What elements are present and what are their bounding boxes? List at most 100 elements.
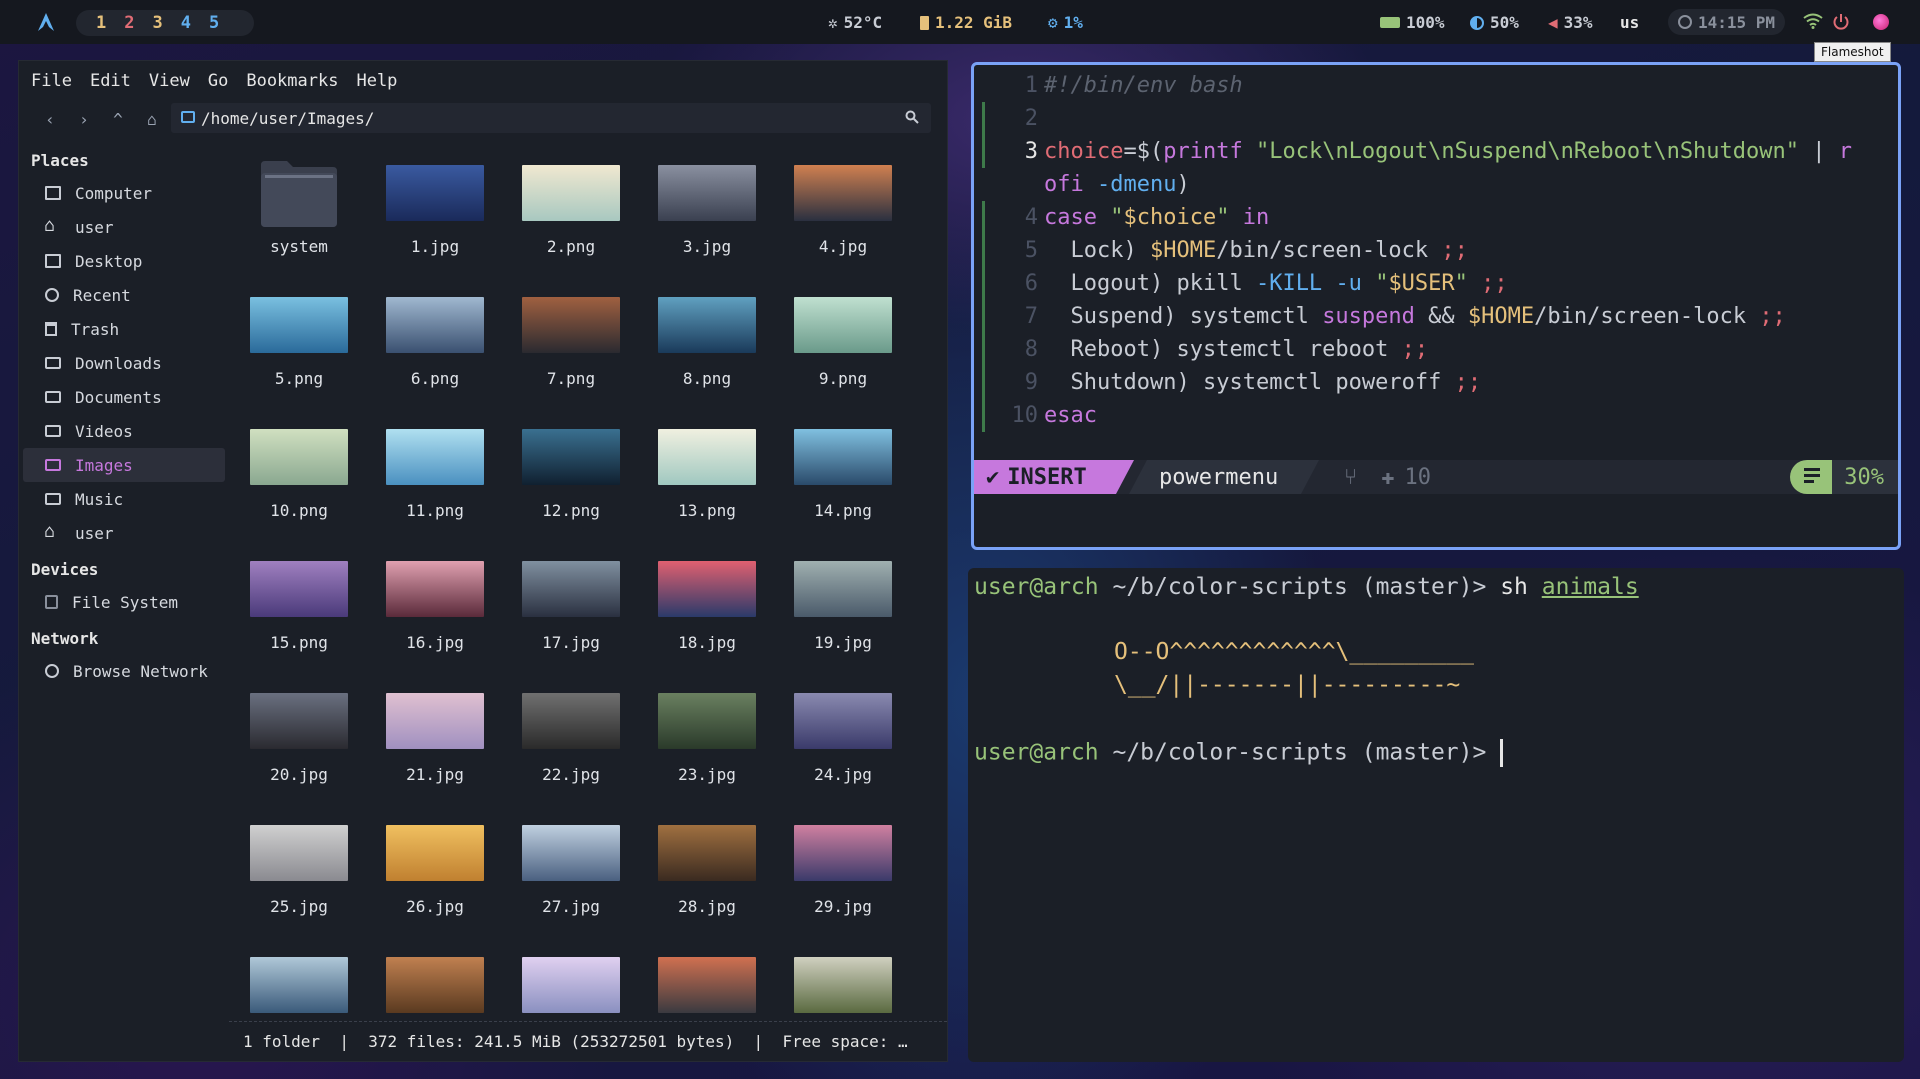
workspace-4[interactable]: 4 [181, 13, 191, 33]
sidebar-item-file-system[interactable]: File System [19, 585, 229, 619]
file-item[interactable]: 7.png [501, 283, 621, 403]
sidebar-item-trash[interactable]: Trash [19, 312, 229, 346]
file-item[interactable] [637, 943, 757, 1015]
file-item[interactable]: 29.jpg [773, 811, 893, 931]
sidebar-item-downloads[interactable]: Downloads [19, 346, 229, 380]
file-item[interactable]: 10.png [229, 415, 349, 535]
arch-logo-icon[interactable] [36, 12, 56, 32]
sidebar-item-user[interactable]: user [19, 210, 229, 244]
file-item[interactable]: 12.png [501, 415, 621, 535]
image-thumbnail [522, 429, 620, 485]
menu-file[interactable]: File [31, 71, 72, 91]
workspace-2[interactable]: 2 [124, 13, 134, 33]
file-item[interactable]: 15.png [229, 547, 349, 667]
sidebar-item-music[interactable]: Music [19, 482, 229, 516]
file-item[interactable]: 24.jpg [773, 679, 893, 799]
terminal-line: user@arch ~/b/color-scripts (master)> [974, 739, 1504, 767]
keyboard-layout[interactable]: us [1620, 13, 1639, 32]
sidebar-item-browse-network[interactable]: Browse Network [19, 654, 229, 688]
file-name: 1.jpg [410, 237, 460, 256]
image-thumbnail [250, 693, 348, 749]
file-item[interactable] [229, 943, 349, 1015]
sidebar-item-user-2[interactable]: user [19, 516, 229, 550]
workspace-1[interactable]: 1 [96, 13, 106, 33]
file-item[interactable] [773, 943, 893, 1015]
file-item[interactable]: 8.png [637, 283, 757, 403]
speaker-icon: ◀ [1548, 13, 1558, 32]
file-item[interactable]: 13.png [637, 415, 757, 535]
file-item[interactable]: 21.jpg [365, 679, 485, 799]
forward-icon[interactable]: › [67, 110, 101, 129]
file-item[interactable]: 14.png [773, 415, 893, 535]
brightness-widget[interactable]: 50% [1470, 13, 1519, 32]
sidebar-item-desktop[interactable]: Desktop [19, 244, 229, 278]
workspace-switcher: 1 2 3 4 5 [76, 10, 254, 36]
folder-icon [45, 357, 61, 369]
up-icon[interactable]: ^ [101, 110, 135, 129]
file-item[interactable]: 19.jpg [773, 547, 893, 667]
file-item[interactable]: 3.jpg [637, 151, 757, 271]
image-thumbnail [522, 297, 620, 353]
file-item[interactable] [501, 943, 621, 1015]
menu-edit[interactable]: Edit [90, 71, 131, 91]
file-item[interactable]: 6.png [365, 283, 485, 403]
mode-label: INSERT [1007, 464, 1087, 490]
volume-widget[interactable]: ◀ 33% [1548, 13, 1593, 32]
sidebar-item-videos[interactable]: Videos [19, 414, 229, 448]
file-item[interactable]: 9.png [773, 283, 893, 403]
file-item[interactable]: 4.jpg [773, 151, 893, 271]
sidebar-item-label: Downloads [75, 353, 162, 373]
image-thumbnail [658, 693, 756, 749]
cpu-value: 1% [1063, 13, 1083, 32]
file-item[interactable]: 5.png [229, 283, 349, 403]
memory-widget: 1.22 GiB [920, 13, 1012, 32]
image-thumbnail [250, 429, 348, 485]
menu-go[interactable]: Go [208, 71, 228, 91]
editor-window[interactable]: 1 #!/bin/env bash 2 3 choice=$(printf "L… [971, 62, 1901, 550]
menu-view[interactable]: View [149, 71, 190, 91]
menu-help[interactable]: Help [356, 71, 397, 91]
file-item[interactable] [365, 943, 485, 1015]
file-item[interactable]: 1.jpg [365, 151, 485, 271]
wifi-icon[interactable] [1803, 13, 1823, 29]
sidebar-item-documents[interactable]: Documents [19, 380, 229, 414]
file-name: 19.jpg [814, 633, 872, 652]
file-item[interactable]: 22.jpg [501, 679, 621, 799]
file-item[interactable]: 26.jpg [365, 811, 485, 931]
git-info: ⑂ ✚ 10 [1344, 460, 1431, 494]
file-name: 5.png [274, 369, 324, 388]
image-thumbnail [386, 297, 484, 353]
file-name: 18.jpg [678, 633, 736, 652]
workspace-5[interactable]: 5 [209, 13, 219, 33]
file-name: 22.jpg [542, 765, 600, 784]
terminal-window[interactable]: user@arch ~/b/color-scripts (master)> sh… [968, 568, 1904, 1062]
prompt-user: user@arch [974, 739, 1099, 766]
power-icon[interactable] [1832, 13, 1850, 31]
file-item[interactable]: 20.jpg [229, 679, 349, 799]
location-bar[interactable]: /home/user/Images/ [171, 103, 931, 133]
git-added-icon: ✚ [1381, 464, 1395, 490]
file-item[interactable]: 28.jpg [637, 811, 757, 931]
clock-icon [1678, 15, 1692, 29]
file-item[interactable]: 16.jpg [365, 547, 485, 667]
folder-item[interactable]: system [229, 151, 349, 271]
home-icon[interactable]: ⌂ [135, 110, 169, 129]
file-grid: system 1.jpg 2.png 3.jpg 4.jpg 5.png 6.png 7.pn… [229, 141, 947, 1015]
menu-bookmarks[interactable]: Bookmarks [246, 71, 338, 91]
sidebar-item-images[interactable]: Images [23, 448, 225, 482]
sidebar-item-recent[interactable]: Recent [19, 278, 229, 312]
network-icon [45, 664, 59, 678]
back-icon[interactable]: ‹ [33, 110, 67, 129]
file-item[interactable]: 17.jpg [501, 547, 621, 667]
file-item[interactable]: 27.jpg [501, 811, 621, 931]
file-item[interactable]: 18.jpg [637, 547, 757, 667]
code-line: esac [1044, 403, 1097, 428]
file-item[interactable]: 2.png [501, 151, 621, 271]
flameshot-tray-icon[interactable] [1873, 14, 1889, 30]
workspace-3[interactable]: 3 [153, 13, 163, 33]
sidebar-item-computer[interactable]: Computer [19, 176, 229, 210]
file-item[interactable]: 25.jpg [229, 811, 349, 931]
file-item[interactable]: 23.jpg [637, 679, 757, 799]
search-icon[interactable] [905, 110, 919, 124]
file-item[interactable]: 11.png [365, 415, 485, 535]
